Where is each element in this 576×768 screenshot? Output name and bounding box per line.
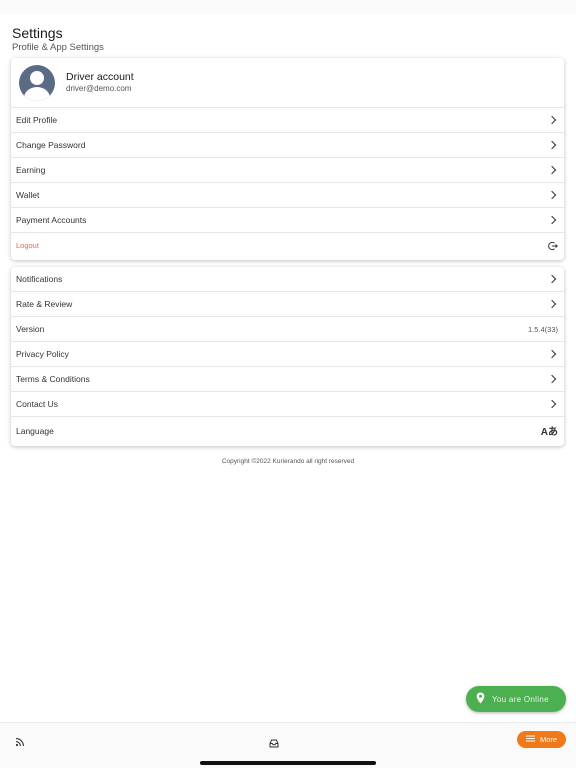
chevron-right-icon — [547, 165, 557, 175]
menu-item-change-password[interactable]: Change Password — [11, 133, 564, 158]
user-avatar-icon — [19, 64, 55, 101]
menu-item-label: Payment Accounts — [16, 215, 87, 225]
menu-item-payment-accounts[interactable]: Payment Accounts — [11, 208, 564, 233]
menu-item-logout[interactable]: Logout — [11, 233, 564, 258]
menu-item-label: Language — [16, 425, 54, 436]
menu-item-terms-conditions[interactable]: Terms & Conditions — [11, 367, 564, 392]
app-settings-card: Notifications Rate & Review Version 1.5.… — [11, 267, 564, 446]
online-status-label: You are Online — [492, 694, 549, 704]
profile-info: Driver account driver@demo.com — [66, 71, 134, 94]
translate-icon: Aあ — [540, 427, 558, 438]
menu-item-rate-review[interactable]: Rate & Review — [11, 292, 564, 317]
menu-item-label: Privacy Policy — [16, 349, 69, 359]
chevron-right-icon — [547, 299, 557, 309]
profile-name: Driver account — [66, 71, 134, 83]
account-card: Driver account driver@demo.com Edit Prof… — [11, 58, 564, 260]
menu-item-notifications[interactable]: Notifications — [11, 267, 564, 292]
bottom-navigation: More — [0, 722, 576, 768]
profile-header[interactable]: Driver account driver@demo.com — [11, 58, 564, 108]
home-indicator — [200, 761, 376, 765]
more-label: More — [539, 735, 558, 744]
menu-item-contact-us[interactable]: Contact Us — [11, 392, 564, 417]
menu-item-edit-profile[interactable]: Edit Profile — [11, 108, 564, 133]
menu-item-label: Wallet — [16, 190, 40, 200]
more-button[interactable]: More — [517, 731, 566, 748]
chevron-right-icon — [547, 399, 557, 409]
online-status-button[interactable]: You are Online — [466, 686, 566, 712]
menu-item-wallet[interactable]: Wallet — [11, 183, 564, 208]
location-pin-icon — [476, 692, 485, 706]
chevron-right-icon — [547, 215, 557, 225]
menu-item-label: Terms & Conditions — [16, 374, 90, 384]
settings-screen: Settings Profile & App Settings Driver a… — [0, 0, 576, 768]
page-subtitle: Profile & App Settings — [12, 42, 104, 53]
chevron-right-icon — [547, 115, 557, 125]
inbox-icon[interactable] — [269, 735, 279, 753]
chevron-right-icon — [547, 190, 557, 200]
rss-icon[interactable] — [15, 734, 25, 752]
chevron-right-icon — [547, 374, 557, 384]
logout-icon — [548, 241, 558, 251]
copyright-text: Copyright ©2022 Kurierando all right res… — [221, 458, 355, 465]
menu-item-label: Earning — [16, 165, 46, 175]
page-header: Settings Profile & App Settings — [12, 25, 104, 54]
menu-item-version: Version 1.5.4(33) — [11, 317, 564, 342]
logout-label: Logout — [16, 241, 39, 250]
menu-item-privacy-policy[interactable]: Privacy Policy — [11, 342, 564, 367]
status-bar-area — [0, 0, 576, 14]
page-title: Settings — [12, 25, 63, 41]
version-value: 1.5.4(33) — [527, 324, 558, 334]
menu-item-label: Version — [16, 324, 45, 334]
menu-icon — [525, 735, 535, 744]
menu-item-label: Notifications — [16, 274, 63, 284]
menu-item-label: Rate & Review — [16, 299, 73, 309]
menu-item-label: Change Password — [16, 140, 86, 150]
profile-email: driver@demo.com — [66, 84, 132, 93]
chevron-right-icon — [547, 349, 557, 359]
menu-item-earning[interactable]: Earning — [11, 158, 564, 183]
menu-item-label: Contact Us — [16, 399, 59, 409]
menu-item-label: Edit Profile — [16, 115, 58, 125]
chevron-right-icon — [547, 140, 557, 150]
chevron-right-icon — [547, 274, 557, 284]
menu-item-language[interactable]: Language Aあ — [11, 417, 564, 444]
